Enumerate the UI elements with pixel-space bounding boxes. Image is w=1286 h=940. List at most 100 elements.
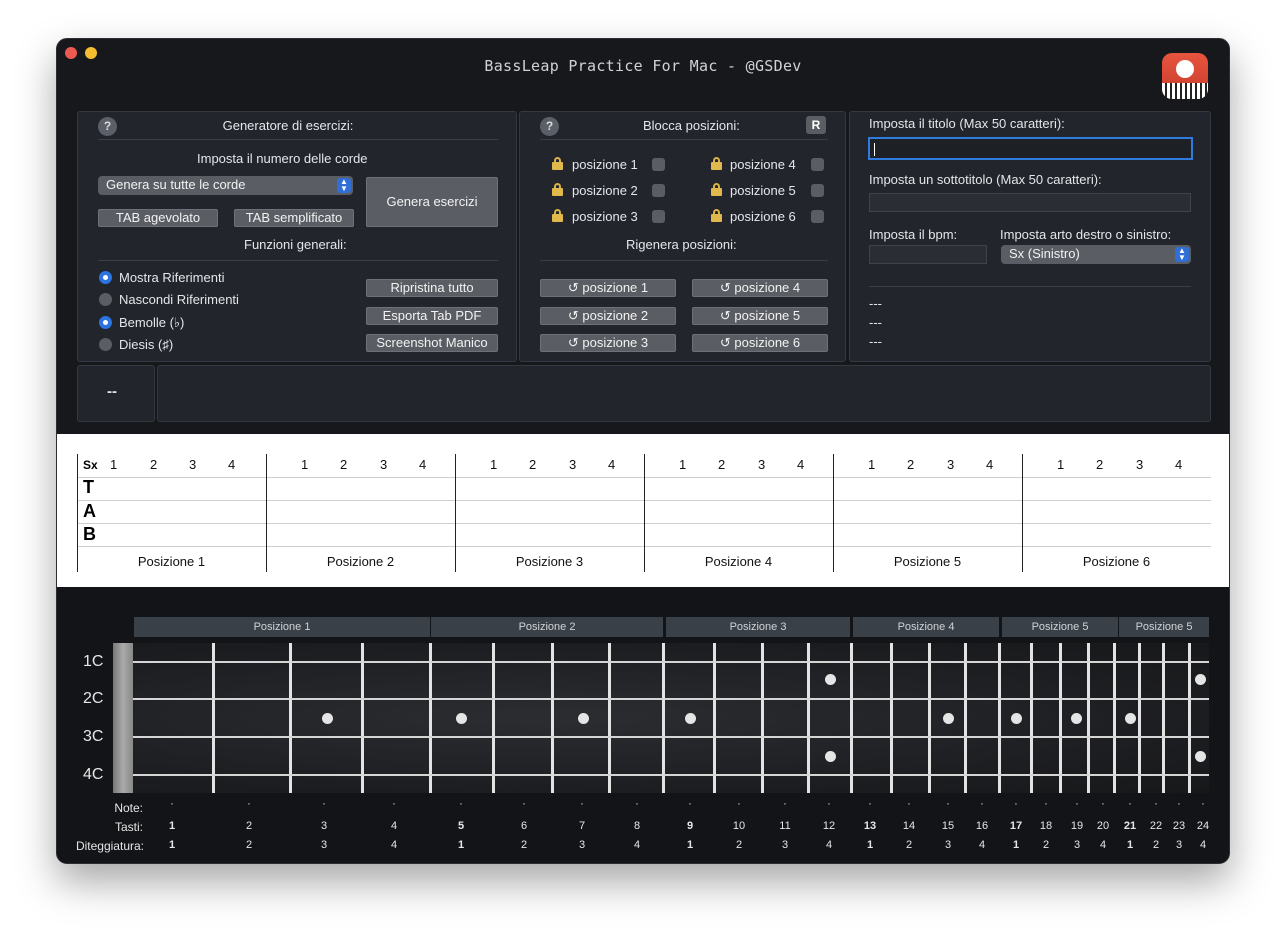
lock-position-4-checkbox[interactable]: [811, 158, 824, 171]
fret-marker-dot: [1195, 751, 1206, 762]
fingering-cell: 2: [520, 839, 528, 851]
fingering-cell: 1: [457, 839, 465, 851]
lock-title: Blocca posizioni:: [643, 118, 740, 133]
notes-cell: ·: [459, 798, 463, 810]
frets-cell: 13: [863, 820, 877, 832]
regen-position-6-button[interactable]: ↺ posizione 6: [692, 334, 828, 352]
regen-position-3-button[interactable]: ↺ posizione 3: [540, 334, 676, 352]
lock-position-2-checkbox[interactable]: [652, 184, 665, 197]
fretboard-position-header: Posizione 1: [134, 617, 430, 637]
notes-cell: ·: [1201, 798, 1205, 810]
tab-letter-b: B: [83, 524, 96, 544]
fret-marker-dot: [1195, 674, 1206, 685]
lock-position-3-checkbox[interactable]: [652, 210, 665, 223]
tab-finger-number: 4: [228, 457, 236, 472]
string-label-2: 2C: [83, 690, 104, 707]
fret-wire: [361, 643, 364, 793]
tab-finger-number: 2: [529, 457, 537, 472]
fret-marker-dot: [825, 751, 836, 762]
regen-position-1-button[interactable]: ↺ posizione 1: [540, 279, 676, 297]
subtitle-input[interactable]: [869, 193, 1191, 212]
fret-marker-dot: [456, 713, 467, 724]
generator-title: Generatore di esercizi:: [222, 118, 354, 133]
fingering-cell: 1: [1012, 839, 1020, 851]
generate-exercises-button[interactable]: Genera esercizi: [366, 177, 498, 227]
frets-cell: 2: [245, 820, 253, 832]
fingering-cell: 2: [905, 839, 913, 851]
reset-locks-button[interactable]: R: [806, 116, 826, 134]
hand-popup[interactable]: Sx (Sinistro) ▲ ▼: [1001, 245, 1191, 264]
status-small-panel: --: [77, 365, 155, 422]
lock-position-5-label: posizione 5: [730, 183, 796, 198]
tab-finger-number: 4: [419, 457, 427, 472]
fingering-cell: 3: [578, 839, 586, 851]
tab-simple-button[interactable]: TAB semplificato: [234, 209, 354, 227]
tab-finger-number: 2: [907, 457, 915, 472]
notes-cell: ·: [946, 798, 950, 810]
lock-position-6-checkbox[interactable]: [811, 210, 824, 223]
reset-all-button[interactable]: Ripristina tutto: [366, 279, 498, 297]
fret-wire: [289, 643, 292, 793]
regen-position-5-button[interactable]: ↺ posizione 5: [692, 307, 828, 325]
notes-cell: ·: [827, 798, 831, 810]
lock-icon: [552, 157, 563, 170]
frets-cell: 24: [1196, 820, 1210, 832]
lock-position-1-label: posizione 1: [572, 157, 638, 172]
settings-panel: Imposta il titolo (Max 50 caratteri): Im…: [849, 111, 1211, 362]
notes-cell: ·: [322, 798, 326, 810]
string-count-popup[interactable]: Genera su tutte le corde ▲ ▼: [98, 176, 353, 195]
hide-references-radio[interactable]: [99, 293, 112, 306]
lock-position-5-checkbox[interactable]: [811, 184, 824, 197]
fingering-cell: 3: [781, 839, 789, 851]
fret-wire: [551, 643, 554, 793]
fret-wire: [964, 643, 967, 793]
bpm-input[interactable]: [869, 245, 987, 264]
lock-position-6-label: posizione 6: [730, 209, 796, 224]
fret-marker-dot: [1125, 713, 1136, 724]
tab-letter-a: A: [83, 501, 96, 521]
frets-cell: 17: [1009, 820, 1023, 832]
export-pdf-button[interactable]: Esporta Tab PDF: [366, 307, 498, 325]
fretboard-position-header: Posizione 5: [1002, 617, 1118, 637]
lock-position-4-label: posizione 4: [730, 157, 796, 172]
fret-wire: [492, 643, 495, 793]
tab-finger-number: 1: [490, 457, 498, 472]
tab-finger-number: 3: [380, 457, 388, 472]
tab-finger-number: 2: [718, 457, 726, 472]
flat-radio[interactable]: [99, 316, 112, 329]
screenshot-neck-button[interactable]: Screenshot Manico: [366, 334, 498, 352]
title-input[interactable]: [868, 137, 1193, 160]
frets-cell: 4: [390, 820, 398, 832]
tab-letter-t: T: [83, 477, 94, 497]
bass-string: [133, 736, 1209, 738]
hand-popup-value: Sx (Sinistro): [1009, 246, 1080, 261]
frets-cell: 7: [578, 820, 586, 832]
fret-marker-dot: [825, 674, 836, 685]
tab-finger-number: 1: [679, 457, 687, 472]
fret-wire: [998, 643, 1001, 793]
fingering-cell: 4: [978, 839, 986, 851]
fingering-cell: 4: [390, 839, 398, 851]
tab-finger-number: 3: [189, 457, 197, 472]
fret-wire: [713, 643, 716, 793]
bass-string: [133, 698, 1209, 700]
fretboard: [113, 643, 1209, 793]
tab-position-label: Posizione 6: [1082, 554, 1151, 569]
window-title: BassLeap Practice For Mac - @GSDev: [484, 57, 802, 75]
fret-wire: [1138, 643, 1141, 793]
fingering-cell: 2: [245, 839, 253, 851]
fretboard-position-header: Posizione 2: [431, 617, 663, 637]
subtitle-field-label: Imposta un sottotitolo (Max 50 caratteri…: [869, 172, 1102, 187]
notes-cell: ·: [580, 798, 584, 810]
fret-wire: [1059, 643, 1062, 793]
regen-position-4-button[interactable]: ↺ posizione 4: [692, 279, 828, 297]
show-references-radio[interactable]: [99, 271, 112, 284]
hide-references-label: Nascondi Riferimenti: [119, 292, 239, 307]
sharp-radio[interactable]: [99, 338, 112, 351]
lock-position-1-checkbox[interactable]: [652, 158, 665, 171]
lock-position-2-label: posizione 2: [572, 183, 638, 198]
fretboard-position-header: Posizione 5: [1119, 617, 1209, 637]
tab-easy-button[interactable]: TAB agevolato: [98, 209, 218, 227]
regen-position-2-button[interactable]: ↺ posizione 2: [540, 307, 676, 325]
lock-help-icon[interactable]: ?: [540, 117, 559, 136]
